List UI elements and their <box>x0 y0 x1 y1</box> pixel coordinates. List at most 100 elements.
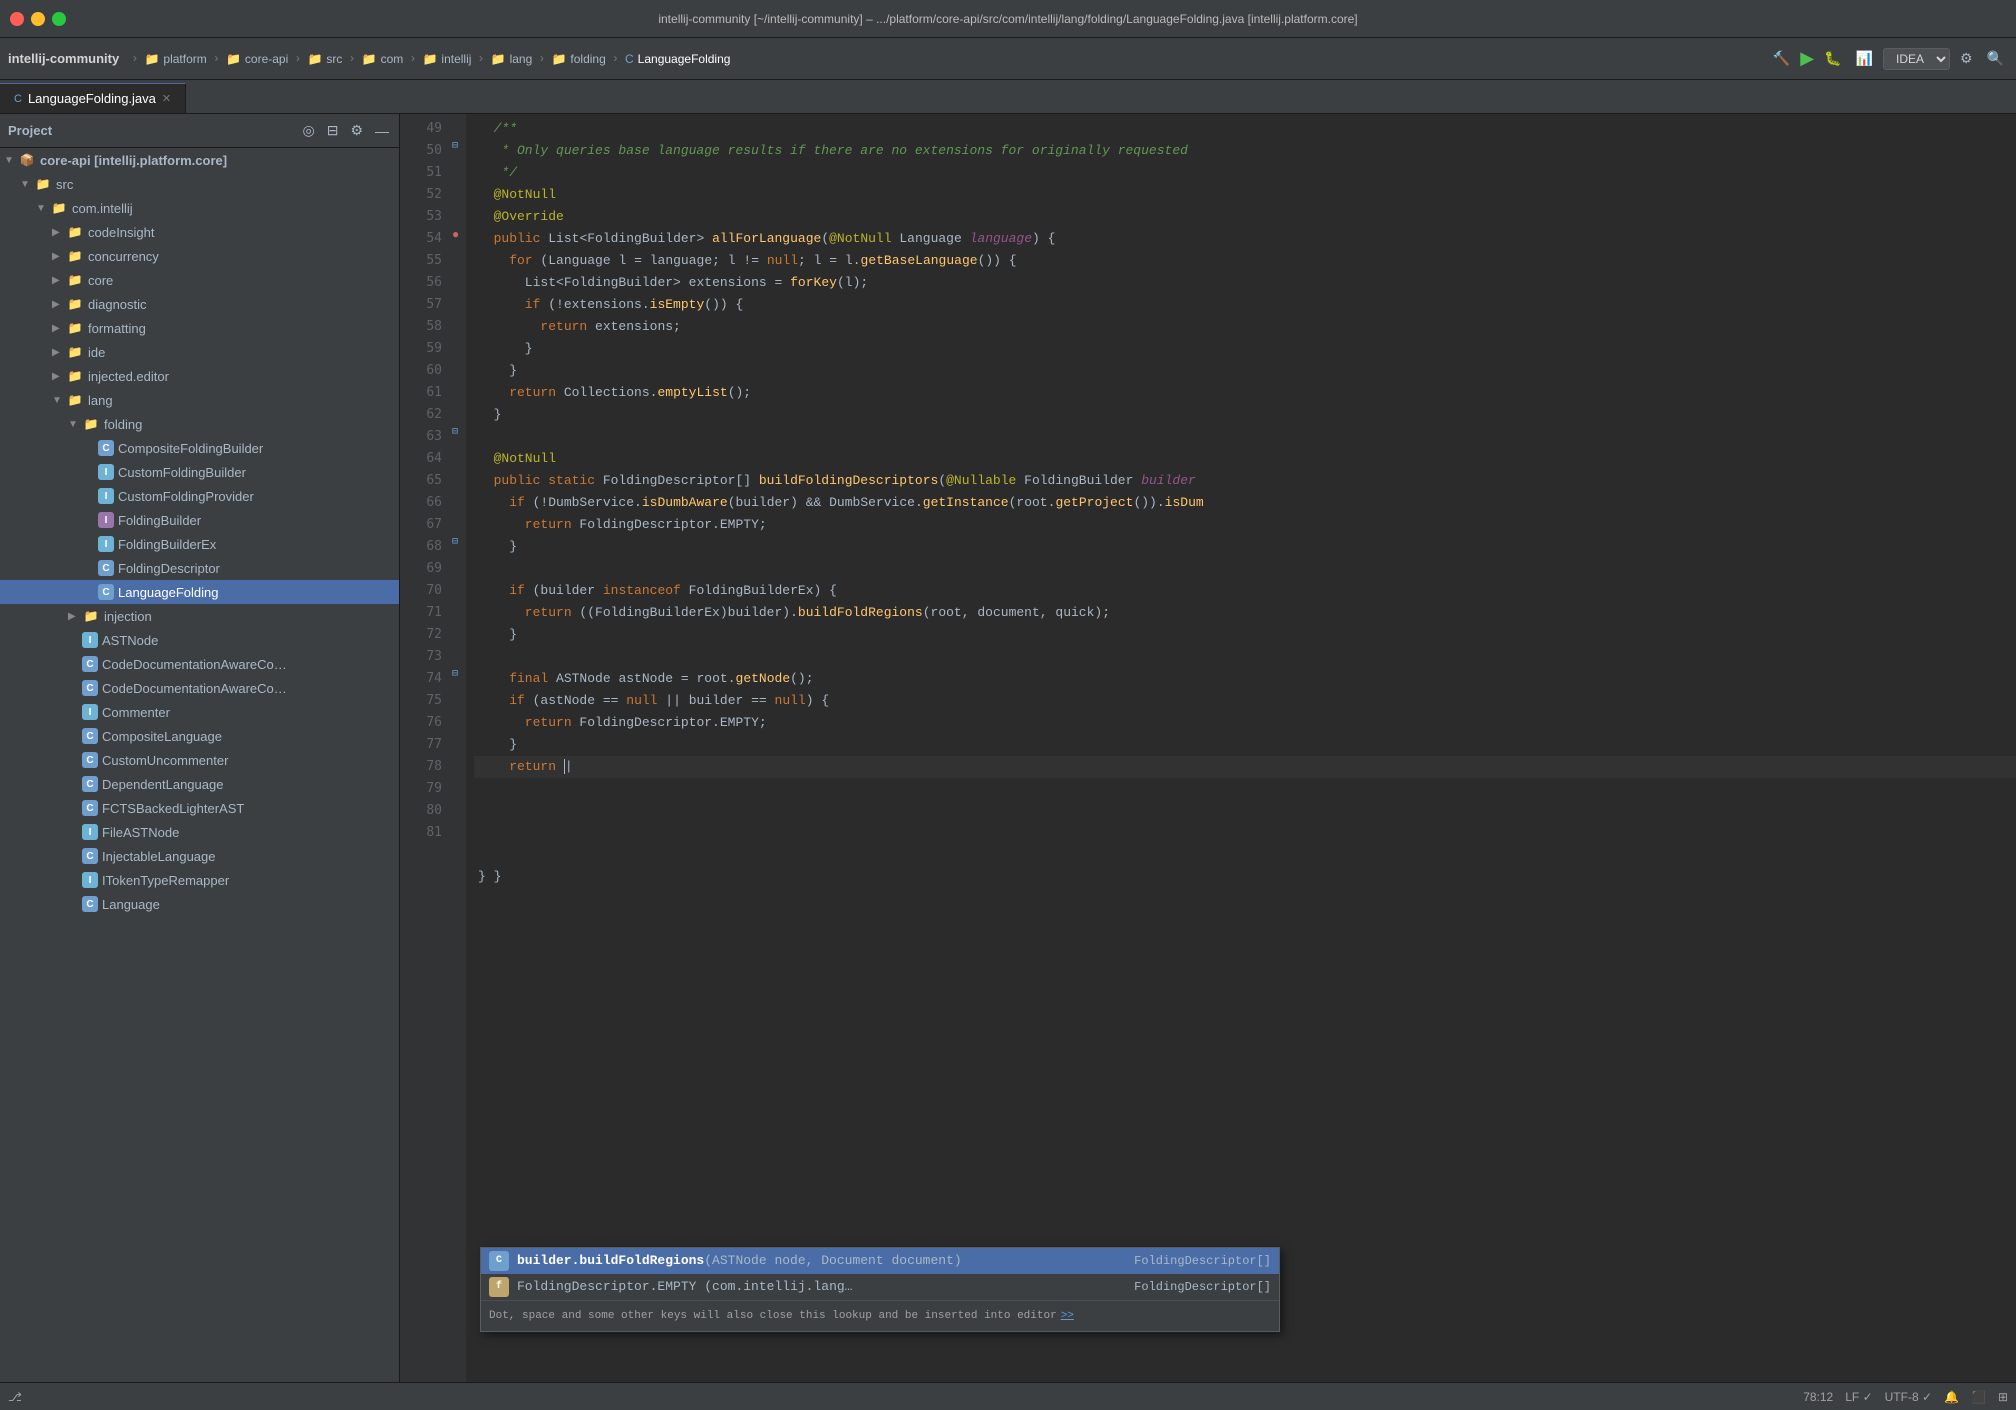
minimize-button[interactable] <box>31 12 45 26</box>
ac-item-buildfoldregions[interactable]: C builder.buildFoldRegions(ASTNode node,… <box>481 1248 1279 1274</box>
sidebar-collapse-button[interactable]: ⊟ <box>325 120 341 141</box>
tree-item-folding[interactable]: ▼ 📁 folding <box>0 412 399 436</box>
breadcrumb-languagefolding[interactable]: C LanguageFolding <box>625 52 730 66</box>
breadcrumb-platform[interactable]: 📁 platform <box>144 52 206 66</box>
breadcrumb-lang[interactable]: 📁 lang <box>491 52 533 66</box>
tree-item-InjectableLanguage[interactable]: C InjectableLanguage <box>0 844 399 868</box>
code-container: 49 50 51 52 53 54 55 56 57 58 59 60 61 6… <box>400 114 2016 1382</box>
tree-item-core-api[interactable]: ▼ 📦 core-api [intellij.platform.core] <box>0 148 399 172</box>
tree-arrow: ▶ <box>52 227 66 238</box>
run-button[interactable]: ▶ <box>1800 48 1814 69</box>
field-icon: f <box>489 1277 509 1297</box>
class-badge: C <box>82 776 98 792</box>
ac-hint-link[interactable]: >> <box>1061 1305 1074 1327</box>
settings-button[interactable]: ⚙ <box>1956 46 1977 71</box>
project-brand[interactable]: intellij-community <box>8 51 119 66</box>
line-ending[interactable]: LF ✓ <box>1845 1390 1872 1404</box>
tree-item-FoldingBuilder[interactable]: I FoldingBuilder <box>0 508 399 532</box>
fold-marker-74[interactable]: ⊟ <box>452 664 458 686</box>
tree-item-formatting[interactable]: ▶ 📁 formatting <box>0 316 399 340</box>
breadcrumb-folding[interactable]: 📁 folding <box>551 52 605 66</box>
sidebar-locate-button[interactable]: ◎ <box>300 120 316 141</box>
tree-item-FoldingBuilderEx[interactable]: I FoldingBuilderEx <box>0 532 399 556</box>
tree-item-diagnostic[interactable]: ▶ 📁 diagnostic <box>0 292 399 316</box>
sidebar-hide-button[interactable]: — <box>373 121 391 141</box>
breakpoint-marker[interactable]: ● <box>452 224 459 246</box>
tree-item-injection[interactable]: ▶ 📁 injection <box>0 604 399 628</box>
folder-icon: 📁 <box>226 52 241 66</box>
run-config-dropdown[interactable]: IDEA <box>1883 48 1950 70</box>
tree-item-CodeDocumentationAwareCo2[interactable]: C CodeDocumentationAwareCo… <box>0 676 399 700</box>
tree-item-src[interactable]: ▼ 📁 src <box>0 172 399 196</box>
code-body[interactable]: /** * Only queries base language results… <box>466 114 2016 1382</box>
tree-item-CustomUncommenter[interactable]: C CustomUncommenter <box>0 748 399 772</box>
tab-close-button[interactable]: ✕ <box>162 92 171 105</box>
code-line-72: } <box>474 624 2016 646</box>
code-line-65: public static FoldingDescriptor[] buildF… <box>474 470 2016 492</box>
maximize-button[interactable] <box>52 12 66 26</box>
code-gutter: ● ⊟ ⊟ ⊟ ⊟ <box>450 114 466 1382</box>
coverage-button[interactable]: 📊 <box>1852 46 1877 71</box>
code-line-73 <box>474 646 2016 668</box>
tree-item-FileASTNode[interactable]: I FileASTNode <box>0 820 399 844</box>
hammer-button[interactable]: 🔨 <box>1769 46 1794 71</box>
fold-marker-50[interactable]: ⊟ <box>452 136 458 158</box>
breadcrumb-intellij[interactable]: 📁 intellij <box>422 52 471 66</box>
tree-item-CustomFoldingBuilder[interactable]: I CustomFoldingBuilder <box>0 460 399 484</box>
interface-badge: I <box>98 488 114 504</box>
tree-item-codeinsight[interactable]: ▶ 📁 codeInsight <box>0 220 399 244</box>
code-line-53: @Override <box>474 206 2016 228</box>
tree-item-DependentLanguage[interactable]: C DependentLanguage <box>0 772 399 796</box>
code-line-64: @NotNull <box>474 448 2016 470</box>
tree-item-CompositeLanguage[interactable]: C CompositeLanguage <box>0 724 399 748</box>
tree-item-injected-editor[interactable]: ▶ 📁 injected.editor <box>0 364 399 388</box>
tree-item-ITokenTypeRemapper[interactable]: I ITokenTypeRemapper <box>0 868 399 892</box>
tree-arrow: ▶ <box>52 275 66 286</box>
code-line-58: return extensions; <box>474 316 2016 338</box>
autocomplete-popup[interactable]: C builder.buildFoldRegions(ASTNode node,… <box>480 1247 1280 1332</box>
tree-item-FCTSBackedLighterAST[interactable]: C FCTSBackedLighterAST <box>0 796 399 820</box>
ac-hint-text: Dot, space and some other keys will also… <box>489 1305 1057 1327</box>
code-line-81 <box>474 888 2016 910</box>
tree-item-ide[interactable]: ▶ 📁 ide <box>0 340 399 364</box>
breadcrumb-src[interactable]: 📁 src <box>307 52 342 66</box>
tree-item-core[interactable]: ▶ 📁 core <box>0 268 399 292</box>
sidebar-settings-button[interactable]: ⚙ <box>348 120 365 141</box>
tree-item-CustomFoldingProvider[interactable]: I CustomFoldingProvider <box>0 484 399 508</box>
tree-item-Commenter[interactable]: I Commenter <box>0 700 399 724</box>
fold-marker-69[interactable]: ⊟ <box>452 532 458 554</box>
sep1: › <box>131 52 138 66</box>
editor-area[interactable]: 49 50 51 52 53 54 55 56 57 58 59 60 61 6… <box>400 114 2016 1382</box>
tree-item-concurrency[interactable]: ▶ 📁 concurrency <box>0 244 399 268</box>
breadcrumb-com[interactable]: 📁 com <box>362 52 404 66</box>
folder-icon: 📁 <box>66 392 84 408</box>
tree-item-CompositeFoldingBuilder[interactable]: C CompositeFoldingBuilder <box>0 436 399 460</box>
tree-item-ASTNode[interactable]: I ASTNode <box>0 628 399 652</box>
tree-item-com-intellij[interactable]: ▼ 📁 com.intellij <box>0 196 399 220</box>
close-button[interactable] <box>10 12 24 26</box>
tree-item-FoldingDescriptor[interactable]: C FoldingDescriptor <box>0 556 399 580</box>
tab-languagefolding[interactable]: C LanguageFolding.java ✕ <box>0 83 186 113</box>
search-everywhere-button[interactable]: 🔍 <box>1983 46 2008 71</box>
tree-arrow: ▼ <box>36 203 50 214</box>
cursor-position[interactable]: 78:12 <box>1803 1390 1833 1404</box>
tree-arrow: ▶ <box>52 347 66 358</box>
encoding[interactable]: UTF-8 ✓ <box>1885 1390 1932 1404</box>
tree-item-LanguageFolding[interactable]: C LanguageFolding <box>0 580 399 604</box>
tree-item-Language[interactable]: C Language <box>0 892 399 916</box>
code-line-51: */ <box>474 162 2016 184</box>
code-line-76: return FoldingDescriptor.EMPTY; <box>474 712 2016 734</box>
window-controls[interactable] <box>10 12 66 26</box>
fold-marker-65[interactable]: ⊟ <box>452 422 458 444</box>
class-badge: C <box>98 560 114 576</box>
folder-icon: 📁 <box>362 52 377 66</box>
class-badge: C <box>82 656 98 672</box>
window-title: intellij-community [~/intellij-community… <box>10 12 2006 26</box>
tree-item-lang[interactable]: ▼ 📁 lang <box>0 388 399 412</box>
folder-icon: 📁 <box>307 52 322 66</box>
debug-button[interactable]: 🐛 <box>1820 46 1845 71</box>
tree-item-CodeDocumentationAwareCo1[interactable]: C CodeDocumentationAwareCo… <box>0 652 399 676</box>
ac-item-foldingdescriptor-empty[interactable]: f FoldingDescriptor.EMPTY (com.intellij.… <box>481 1274 1279 1300</box>
breadcrumb-core-api[interactable]: 📁 core-api <box>226 52 288 66</box>
tree-arrow: ▼ <box>68 419 82 430</box>
